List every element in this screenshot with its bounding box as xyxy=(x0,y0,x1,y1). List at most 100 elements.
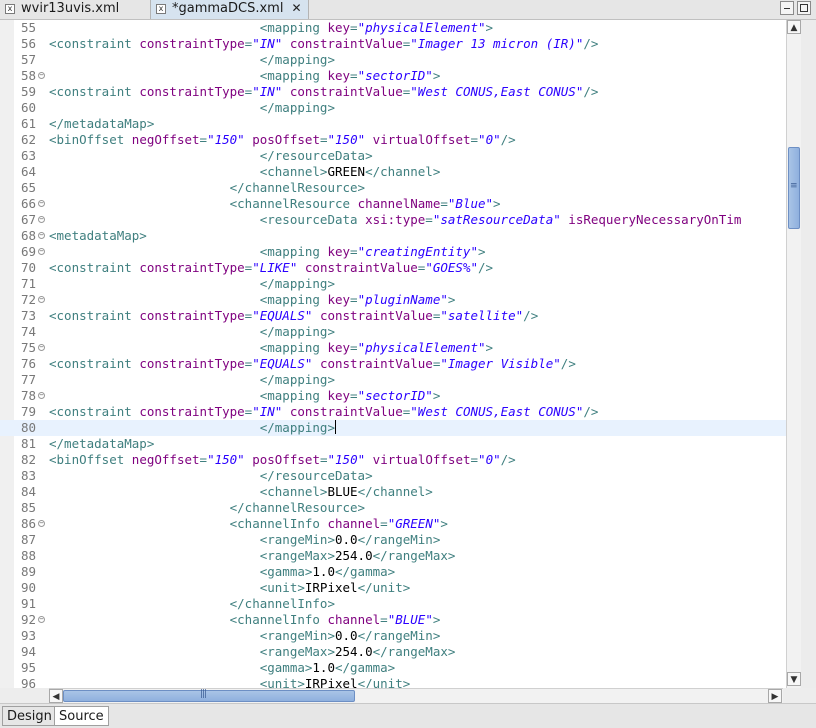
vertical-scrollbar[interactable]: ▲ ▼ xyxy=(786,20,801,688)
code-text: <unit>IRPixel</unit> xyxy=(49,580,411,596)
xml-tag: <rangeMin> xyxy=(259,532,335,547)
xml-attribute-value: "0" xyxy=(478,132,501,147)
code-line[interactable]: 74 </mapping> xyxy=(0,324,786,340)
xml-tag: /> xyxy=(560,356,576,371)
fold-toggle-icon[interactable]: − xyxy=(38,72,45,79)
vertical-scroll-thumb[interactable] xyxy=(788,147,800,229)
horizontal-scrollbar[interactable]: ◀ ▶ xyxy=(49,688,783,703)
code-line[interactable]: 66− <channelResource channelName="Blue"> xyxy=(0,196,786,212)
scroll-left-arrow-icon[interactable]: ◀ xyxy=(49,689,63,703)
tab-source[interactable]: Source xyxy=(54,706,109,726)
code-line[interactable]: 95 <gamma>1.0</gamma> xyxy=(0,660,786,676)
code-line[interactable]: 88 <rangeMax>254.0</rangeMax> xyxy=(0,548,786,564)
code-line[interactable]: 63 </resourceData> xyxy=(0,148,786,164)
code-line[interactable]: 79 <constraint constraintType="IN" constr… xyxy=(0,404,786,420)
code-line[interactable]: 75− <mapping key="physicalElement"> xyxy=(0,340,786,356)
code-line[interactable]: 89 <gamma>1.0</gamma> xyxy=(0,564,786,580)
fold-toggle-icon[interactable]: − xyxy=(38,296,45,303)
minimize-icon[interactable] xyxy=(780,1,794,15)
code-text: <resourceData xsi:type="satResourceData"… xyxy=(49,212,742,228)
code-line[interactable]: 56 <constraint constraintType="IN" constr… xyxy=(0,36,786,52)
fold-toggle-icon[interactable]: − xyxy=(38,344,45,351)
code-line[interactable]: 61 </metadataMap> xyxy=(0,116,786,132)
xml-tag: /> xyxy=(478,260,494,275)
xml-attribute-value: "150" xyxy=(207,132,245,147)
code-text: <mapping key="physicalElement"> xyxy=(49,340,493,356)
code-text: <metadataMap> xyxy=(49,228,147,244)
code-line[interactable]: 77 </mapping> xyxy=(0,372,786,388)
fold-toggle-icon[interactable]: − xyxy=(38,216,45,223)
xml-tag: </resourceData> xyxy=(259,148,373,163)
code-line[interactable]: 90 <unit>IRPixel</unit> xyxy=(0,580,786,596)
line-number: 81 xyxy=(20,436,36,451)
tab-wvir13uvis[interactable]: x wvir13uvis.xml xyxy=(0,0,151,19)
code-text: <binOffset negOffset="150" posOffset="15… xyxy=(49,132,516,148)
code-line[interactable]: 73 <constraint constraintType="EQUALS" co… xyxy=(0,308,786,324)
code-line[interactable]: 67− <resourceData xsi:type="satResourceD… xyxy=(0,212,786,228)
horizontal-scroll-thumb[interactable] xyxy=(63,689,355,702)
code-line[interactable]: 71 </mapping> xyxy=(0,276,786,292)
code-line[interactable]: 80 </mapping> xyxy=(0,420,786,436)
code-text: </mapping> xyxy=(49,52,335,68)
xml-tag: > xyxy=(477,244,486,259)
code-line[interactable]: 86− <channelInfo channel="GREEN"> xyxy=(0,516,786,532)
code-line[interactable]: 82 <binOffset negOffset="150" posOffset="… xyxy=(0,452,786,468)
code-line[interactable]: 58− <mapping key="sectorID"> xyxy=(0,68,786,84)
code-line[interactable]: 70 <constraint constraintType="LIKE" cons… xyxy=(0,260,786,276)
code-line[interactable]: 85 </channelResource> xyxy=(0,500,786,516)
code-line[interactable]: 55 <mapping key="physicalElement"> xyxy=(0,20,786,36)
xml-tag: <gamma> xyxy=(259,564,313,579)
line-number: 76 xyxy=(20,356,36,371)
line-number: 71 xyxy=(20,276,36,291)
code-line[interactable]: 84 <channel>BLUE</channel> xyxy=(0,484,786,500)
xml-attribute-value: "LIKE" xyxy=(252,260,298,275)
fold-toggle-icon[interactable]: − xyxy=(38,616,45,623)
code-line[interactable]: 57 </mapping> xyxy=(0,52,786,68)
scroll-down-arrow-icon[interactable]: ▼ xyxy=(787,672,801,686)
line-number: 78 xyxy=(20,388,36,403)
tab-gammadcs[interactable]: x *gammaDCS.xml ✕ xyxy=(151,0,309,19)
code-line[interactable]: 68− <metadataMap> xyxy=(0,228,786,244)
xml-attribute-value: "sectorID" xyxy=(357,388,433,403)
fold-toggle-icon[interactable]: − xyxy=(38,232,45,239)
code-line[interactable]: 83 </resourceData> xyxy=(0,468,786,484)
xml-tag: > xyxy=(447,292,456,307)
fold-toggle-icon[interactable]: − xyxy=(38,248,45,255)
fold-toggle-icon[interactable]: − xyxy=(38,200,45,207)
line-number: 67 xyxy=(20,212,36,227)
code-line[interactable]: 69− <mapping key="creatingEntity"> xyxy=(0,244,786,260)
code-line[interactable]: 62 <binOffset negOffset="150" posOffset="… xyxy=(0,132,786,148)
code-line[interactable]: 64 <channel>GREEN</channel> xyxy=(0,164,786,180)
code-line[interactable]: 59 <constraint constraintType="IN" constr… xyxy=(0,84,786,100)
code-line[interactable]: 81 </metadataMap> xyxy=(0,436,786,452)
code-text: <mapping key="physicalElement"> xyxy=(49,20,493,36)
xml-tag: </channelResource> xyxy=(229,180,366,195)
code-line[interactable]: 65 </channelResource> xyxy=(0,180,786,196)
code-line[interactable]: 87 <rangeMin>0.0</rangeMin> xyxy=(0,532,786,548)
maximize-icon[interactable] xyxy=(797,1,811,15)
xml-source-editor[interactable]: 55 <mapping key="physicalElement"> 56 <con… xyxy=(0,20,786,688)
fold-toggle-icon[interactable]: − xyxy=(38,392,45,399)
code-line[interactable]: 72− <mapping key="pluginName"> xyxy=(0,292,786,308)
code-line[interactable]: 91 </channelInfo> xyxy=(0,596,786,612)
fold-toggle-icon[interactable]: − xyxy=(38,520,45,527)
xml-attribute-value: "150" xyxy=(207,452,245,467)
scroll-right-arrow-icon[interactable]: ▶ xyxy=(768,689,782,703)
close-icon[interactable]: ✕ xyxy=(291,2,302,14)
xml-tag: </channel> xyxy=(357,484,433,499)
code-line[interactable]: 94 <rangeMax>254.0</rangeMax> xyxy=(0,644,786,660)
code-text: </metadataMap> xyxy=(49,116,154,132)
code-line[interactable]: 76 <constraint constraintType="EQUALS" co… xyxy=(0,356,786,372)
text-caret xyxy=(334,420,336,434)
code-line[interactable]: 60 </mapping> xyxy=(0,100,786,116)
code-line[interactable]: 92− <channelInfo channel="BLUE"> xyxy=(0,612,786,628)
line-number: 82 xyxy=(20,452,36,467)
code-line[interactable]: 78− <mapping key="sectorID"> xyxy=(0,388,786,404)
code-line[interactable]: 96 <unit>IRPixel</unit> xyxy=(0,676,786,688)
xml-attribute-value: "IN" xyxy=(252,404,283,419)
xml-attribute-value: "physicalElement" xyxy=(357,20,486,35)
code-line[interactable]: 93 <rangeMin>0.0</rangeMin> xyxy=(0,628,786,644)
tab-design[interactable]: Design xyxy=(2,706,57,726)
code-text: <channelResource channelName="Blue"> xyxy=(49,196,501,212)
scroll-up-arrow-icon[interactable]: ▲ xyxy=(787,20,801,34)
